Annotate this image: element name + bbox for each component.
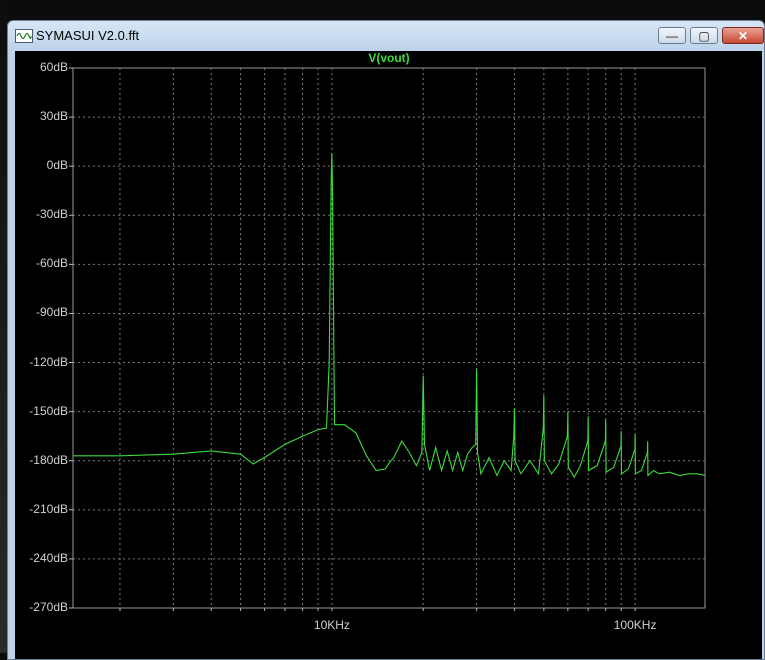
maximize-button[interactable]: ▢ <box>690 27 718 44</box>
close-button[interactable]: ✕ <box>722 27 764 44</box>
y-tick-label: -60dB <box>35 256 68 271</box>
window-title: SYMASUI V2.0.fft <box>36 28 140 43</box>
y-tick-label: 30dB <box>39 109 68 124</box>
waveform-window[interactable]: SYMASUI V2.0.fft — ▢ ✕ V(vout) 60dB 30dB 0… <box>7 20 765 660</box>
minimize-button[interactable]: — <box>658 27 686 44</box>
title-bar[interactable]: SYMASUI V2.0.fft — ▢ ✕ <box>8 21 764 51</box>
x-tick-label: 100KHz <box>613 618 657 632</box>
y-tick-label: -150dB <box>29 403 68 418</box>
y-tick-label: -210dB <box>29 501 68 516</box>
y-tick-label: -120dB <box>29 354 68 369</box>
y-tick-label: -30dB <box>35 207 68 222</box>
series-line-vout <box>73 153 706 479</box>
y-tick-label: -90dB <box>35 305 68 320</box>
y-tick-label: -180dB <box>29 452 68 467</box>
plot-area[interactable]: V(vout) 60dB 30dB 0dB -30dB -60dB -90dB -120dB… <box>15 51 762 659</box>
y-tick-label: -270dB <box>29 600 68 614</box>
waveform-app-icon <box>15 29 33 43</box>
y-tick-label: 60dB <box>39 60 68 74</box>
plot-frame <box>72 67 706 609</box>
y-tick-label: 0dB <box>46 158 68 173</box>
trace-label-vout[interactable]: V(vout) <box>368 51 409 65</box>
fft-plot-svg[interactable] <box>15 51 764 654</box>
x-tick-label: 10KHz <box>313 618 350 632</box>
y-tick-label: -240dB <box>29 550 68 565</box>
